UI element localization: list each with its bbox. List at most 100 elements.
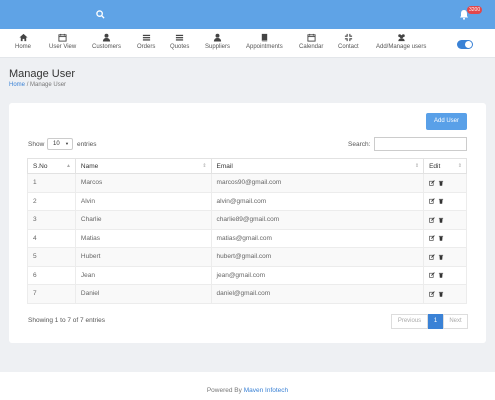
breadcrumb-current: Manage User [30, 82, 67, 88]
nav-item-user-view[interactable]: User View [49, 33, 76, 50]
table-row: 2 Alvin alvin@gmail.com [27, 191, 467, 211]
pagination-previous[interactable]: Previous [391, 314, 428, 329]
trash-icon[interactable] [438, 291, 444, 297]
cell-edit [423, 228, 467, 248]
footer: Powered By Maven Infotech [0, 372, 495, 400]
notification-badge: 3200 [467, 6, 483, 14]
column-header-edit[interactable]: Edit ⇕ [423, 158, 467, 174]
cell-sno: 1 [27, 173, 76, 193]
column-header-name[interactable]: Name ⇕ [74, 158, 212, 174]
nav-label: Suppliers [205, 44, 231, 50]
nav-label: Add/Manage users [376, 44, 427, 50]
edit-icon[interactable] [429, 198, 435, 204]
breadcrumb-separator: / [26, 82, 29, 88]
user-icon [213, 33, 222, 42]
column-header-sno[interactable]: S.No ▲ [27, 158, 76, 174]
nav-item-home[interactable]: Home [15, 33, 31, 50]
nav-item-suppliers[interactable]: Suppliers [205, 33, 230, 50]
nav-item-orders[interactable]: Orders [137, 33, 155, 50]
search-icon[interactable] [96, 10, 105, 19]
theme-toggle[interactable] [457, 40, 473, 49]
cell-sno: 6 [27, 265, 76, 285]
cell-edit [423, 247, 467, 267]
edit-icon[interactable] [429, 216, 435, 223]
cell-sno: 7 [27, 284, 76, 304]
home-icon [18, 33, 28, 42]
table-row: 3 Charlie charlie89@gmail.com [27, 210, 467, 230]
column-label: S.No [33, 162, 48, 170]
trash-icon[interactable] [438, 254, 444, 260]
sort-icon: ⇕ [202, 163, 207, 169]
nav-label: User View [49, 44, 77, 50]
nav-label: Home [15, 44, 32, 50]
nav-label: Calendar [299, 44, 324, 50]
edit-icon[interactable] [429, 290, 435, 297]
nav-item-quotes[interactable]: Quotes [170, 33, 189, 50]
sort-icon: ⇕ [457, 163, 462, 169]
list-icon [142, 34, 150, 41]
edit-icon[interactable] [429, 179, 435, 186]
chevron-down-icon: ▼ [65, 141, 69, 146]
table-info: Showing 1 to 7 of 7 entries [28, 317, 105, 324]
edit-icon[interactable] [429, 253, 435, 260]
table-row: 1 Marcos marcos90@gmail.com [27, 173, 467, 193]
cell-edit [423, 265, 467, 285]
search-label: Search: [348, 141, 371, 148]
toggle-knob [465, 41, 472, 48]
cell-name: Marcos [74, 173, 212, 193]
table-row: 5 Hubert hubert@gmail.com [27, 247, 467, 267]
cell-email: marcos90@gmail.com [210, 173, 425, 193]
nav-item-customers[interactable]: Customers [92, 33, 121, 50]
entries-label: entries [77, 141, 97, 148]
main-nav: Home User View Customers Orders Quotes S… [0, 29, 495, 58]
trash-icon[interactable] [438, 235, 444, 241]
trash-icon[interactable] [438, 272, 444, 278]
search-input[interactable] [374, 137, 467, 151]
nav-item-appointments[interactable]: Appointments [246, 33, 283, 50]
cell-email: daniel@gmail.com [210, 284, 425, 304]
cell-email: jean@gmail.com [210, 265, 425, 285]
trash-icon[interactable] [438, 217, 444, 223]
add-user-button[interactable]: Add User [426, 113, 467, 130]
calendar-icon [58, 33, 67, 42]
breadcrumb-home-link[interactable]: Home [9, 82, 25, 88]
nav-item-contact[interactable]: Contact [338, 33, 359, 50]
cell-edit [423, 210, 467, 230]
entries-per-page-select[interactable]: 10 ▼ [47, 138, 73, 150]
sort-asc-icon: ▲ [65, 163, 71, 169]
compress-icon [344, 33, 352, 42]
user-icon [102, 33, 111, 42]
pagination-page-1[interactable]: 1 [428, 314, 443, 329]
trash-icon[interactable] [438, 180, 444, 186]
footer-brand-link[interactable]: Maven Infotech [244, 387, 288, 394]
cell-name: Hubert [74, 247, 212, 267]
edit-icon[interactable] [429, 272, 435, 278]
nav-item-calendar[interactable]: Calendar [299, 33, 323, 50]
cell-name: Charlie [74, 210, 212, 230]
cell-sno: 2 [27, 191, 76, 211]
edit-icon[interactable] [429, 235, 435, 241]
show-label: Show [28, 141, 45, 148]
footer-text: Powered By [206, 387, 244, 394]
cell-email: hubert@gmail.com [210, 247, 425, 267]
pagination-next[interactable]: Next [443, 314, 468, 329]
nav-label: Appointments [246, 44, 283, 50]
trash-icon[interactable] [438, 198, 444, 204]
calendar-icon [307, 33, 316, 42]
entries-per-page-value: 10 [53, 141, 60, 147]
cell-email: matias@gmail.com [210, 228, 425, 248]
column-label: Email [216, 162, 233, 170]
cell-name: Alvin [74, 191, 212, 211]
cell-edit [423, 284, 467, 304]
cell-sno: 4 [27, 228, 76, 248]
column-header-email[interactable]: Email ⇕ [210, 158, 425, 174]
users-icon [397, 34, 405, 42]
column-label: Name [80, 162, 99, 170]
list-icon [176, 34, 184, 41]
cell-name: Matias [74, 228, 212, 248]
cell-email: alvin@gmail.com [210, 191, 425, 211]
nav-item-add-manage-users[interactable]: Add/Manage users [376, 33, 426, 50]
table-row: 6 Jean jean@gmail.com [27, 265, 467, 285]
cell-edit [423, 173, 467, 193]
users-table: S.No ▲ Name ⇕ Email ⇕ Edit ⇕ 1 Marcos marcos… [27, 158, 467, 304]
